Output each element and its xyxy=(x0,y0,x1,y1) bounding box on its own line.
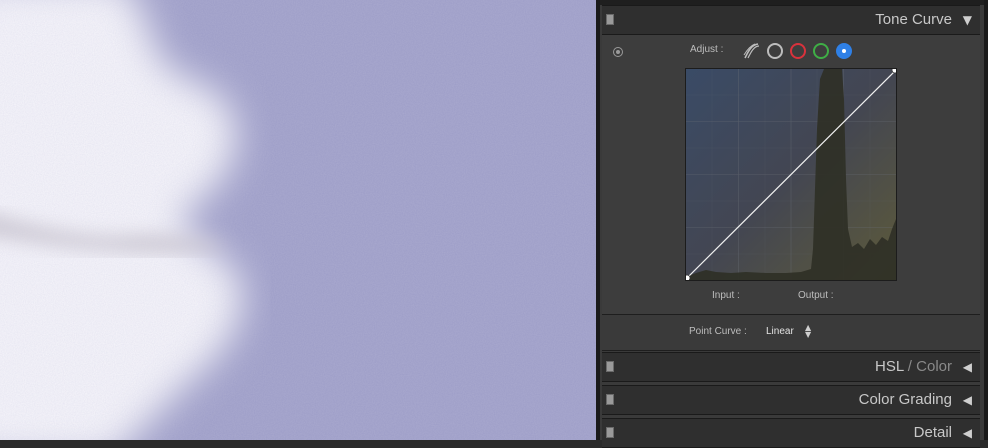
hsl-title-main: HSL xyxy=(875,358,904,375)
point-curve-row: Point Curve : Linear ▲ ▼ xyxy=(602,315,980,351)
tone-curve-title: Tone Curve xyxy=(875,11,952,28)
rgb-channel-button[interactable] xyxy=(767,43,783,59)
red-channel-button[interactable] xyxy=(790,43,806,59)
panel-toggle-icon[interactable] xyxy=(606,394,614,405)
panel-right-edge xyxy=(984,0,988,440)
tone-curve-graph[interactable] xyxy=(685,68,897,281)
updown-stepper-icon[interactable]: ▲ ▼ xyxy=(805,324,811,339)
selected-dot xyxy=(842,49,846,53)
color-grading-header[interactable]: Color Grading ◀ xyxy=(602,385,980,415)
parametric-curve-icon[interactable] xyxy=(743,42,761,60)
point-curve-select[interactable]: Linear xyxy=(766,326,794,337)
panel-toggle-icon[interactable] xyxy=(606,427,614,438)
panel-toggle-icon[interactable] xyxy=(606,14,614,25)
tone-curve-header[interactable]: Tone Curve ▼ xyxy=(602,5,980,35)
expand-arrow-icon[interactable]: ◀ xyxy=(963,360,972,374)
detail-header[interactable]: Detail ◀ xyxy=(602,418,980,448)
tone-curve-svg xyxy=(686,69,896,280)
photo-canvas[interactable] xyxy=(0,0,596,440)
panel-toggle-icon[interactable] xyxy=(606,361,614,372)
input-label: Input : xyxy=(712,290,740,301)
curve-point-black[interactable] xyxy=(686,274,691,280)
green-channel-button[interactable] xyxy=(813,43,829,59)
expand-arrow-icon[interactable]: ◀ xyxy=(963,426,972,440)
curve-point-white[interactable] xyxy=(891,69,896,74)
output-label: Output : xyxy=(798,290,834,301)
tone-curve-body: Adjust : Input: Output: xyxy=(602,35,980,315)
expand-arrow-icon[interactable]: ◀ xyxy=(963,393,972,407)
blue-channel-button[interactable] xyxy=(836,43,852,59)
collapse-arrow-icon[interactable]: ▼ xyxy=(963,13,972,27)
hsl-color-header[interactable]: HSL / Color ◀ xyxy=(602,352,980,382)
develop-right-panel: Tone Curve ▼ Adjust : Input: Output: P… xyxy=(600,0,988,448)
hsl-color-title: HSL / Color xyxy=(875,358,952,375)
hsl-title-sep: / xyxy=(903,358,917,375)
hsl-title-dim: Color xyxy=(916,358,952,375)
photo-preview xyxy=(0,0,596,440)
color-grading-title: Color Grading xyxy=(858,391,952,408)
detail-title: Detail xyxy=(913,424,952,441)
target-adjust-icon[interactable] xyxy=(613,47,623,57)
point-curve-label: Point Curve : xyxy=(689,326,747,337)
adjust-label: Adjust : xyxy=(690,44,724,55)
